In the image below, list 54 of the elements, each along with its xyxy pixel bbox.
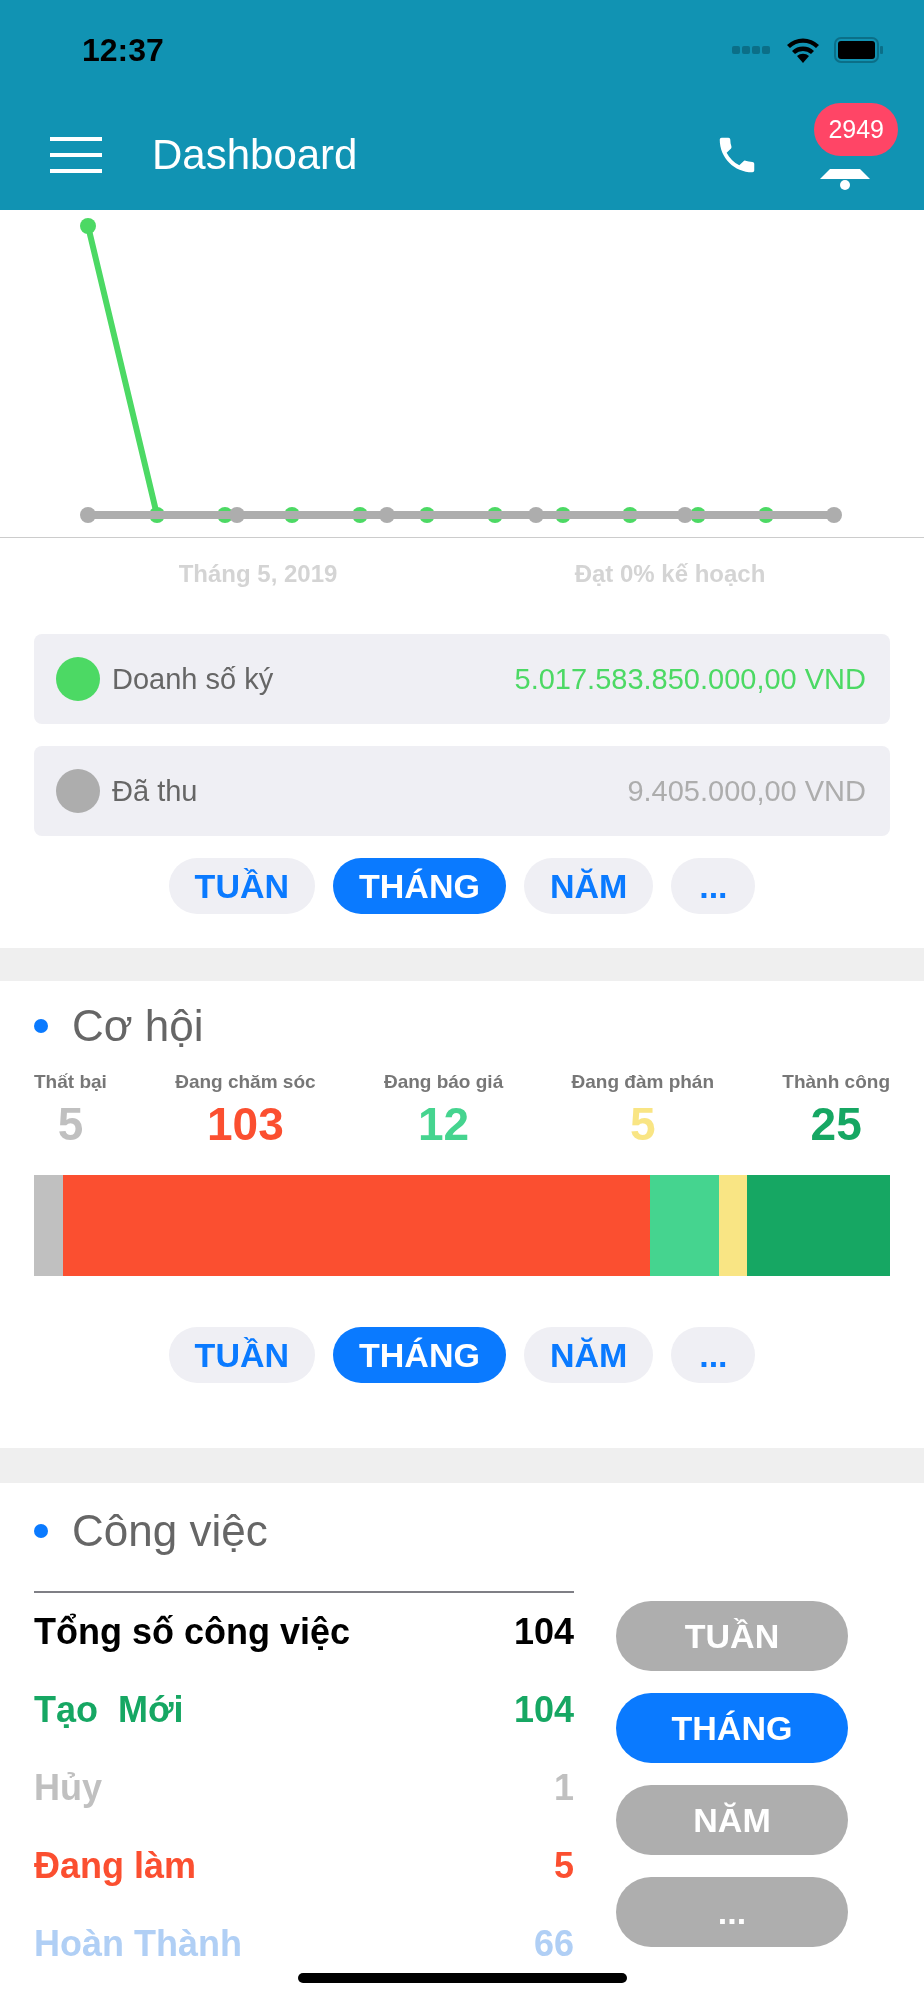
- task-count: 104: [513, 1611, 574, 1653]
- stage-count: 103: [207, 1097, 284, 1151]
- stage-count: 5: [629, 1097, 656, 1151]
- stage-label: Đang đàm phán: [571, 1071, 715, 1093]
- section-title: Công việc: [72, 1506, 268, 1556]
- period-button[interactable]: TUẦN: [168, 858, 316, 914]
- task-count: 1: [553, 1767, 574, 1809]
- period-button[interactable]: THÁNG: [616, 1693, 848, 1763]
- task-label: Hoàn Thành: [34, 1923, 242, 1965]
- legend-label: Doanh số ký: [112, 662, 275, 696]
- stage-count: 12: [417, 1097, 470, 1151]
- notification-badge: 2949: [814, 103, 898, 156]
- section-title: Cơ hội: [72, 1001, 204, 1051]
- legend-value: 9.405.000,00 VND: [627, 774, 866, 808]
- bullet-icon: [34, 1019, 48, 1033]
- page-title: Dashboard: [152, 131, 359, 179]
- stage-count: 25: [810, 1097, 862, 1151]
- battery-icon: [834, 37, 884, 63]
- stage-label: Thất bại: [34, 1071, 107, 1093]
- stage-label: Đang báo giá: [383, 1071, 504, 1093]
- wifi-icon: [786, 37, 820, 63]
- task-count: 5: [553, 1845, 574, 1887]
- task-label: Tạo Mới: [34, 1689, 184, 1731]
- legend-value: 5.017.583.850.000,00 VND: [514, 662, 866, 696]
- period-button[interactable]: ...: [671, 858, 756, 914]
- stage-label: Thành công: [782, 1071, 890, 1093]
- chart-point: [379, 507, 395, 523]
- chart-point: [528, 507, 544, 523]
- period-button[interactable]: NĂM: [523, 1327, 654, 1383]
- period-button[interactable]: ...: [616, 1877, 848, 1947]
- task-label: Đang làm: [34, 1845, 197, 1887]
- chart-point: [677, 507, 693, 523]
- signal-icon: [732, 45, 772, 55]
- chart-point: [826, 507, 842, 523]
- period-button[interactable]: NĂM: [523, 858, 654, 914]
- legend-label: Đã thu: [112, 774, 199, 808]
- period-button[interactable]: ...: [671, 1327, 756, 1383]
- chart-point: [229, 507, 245, 523]
- task-count: 104: [513, 1689, 574, 1731]
- period-button[interactable]: THÁNG: [333, 858, 506, 914]
- chart-point: [80, 218, 96, 234]
- task-count: 66: [533, 1923, 574, 1965]
- chart-point: [80, 507, 96, 523]
- stage-label: Đang chăm sóc: [175, 1071, 316, 1093]
- task-label: Hủy: [34, 1767, 102, 1809]
- period-button[interactable]: NĂM: [616, 1785, 848, 1855]
- bullet-icon: [34, 1524, 48, 1538]
- task-label: Tổng số công việc: [34, 1611, 351, 1653]
- period-button[interactable]: TUẦN: [168, 1327, 316, 1383]
- status-time: 12:37: [82, 31, 164, 69]
- period-button[interactable]: TUẦN: [616, 1601, 848, 1671]
- menu-icon[interactable]: [50, 137, 102, 173]
- stage-count: 5: [57, 1097, 84, 1151]
- period-button[interactable]: THÁNG: [333, 1327, 506, 1383]
